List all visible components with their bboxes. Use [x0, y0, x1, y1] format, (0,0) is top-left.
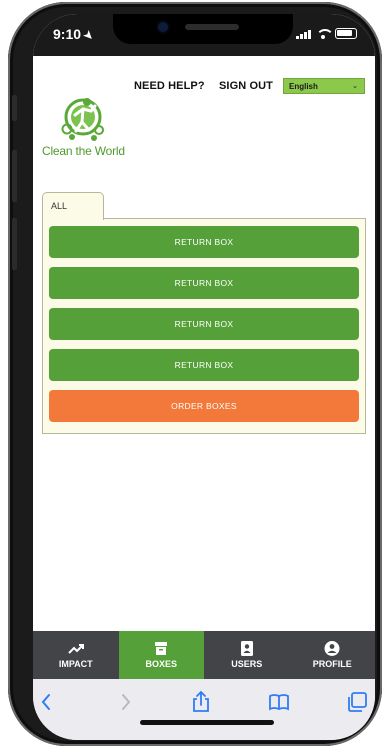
language-select[interactable]: English ⌄	[283, 78, 365, 94]
share-icon[interactable]	[189, 690, 213, 714]
chevron-right-icon[interactable]	[113, 690, 137, 714]
nav-impact[interactable]: IMPACT	[33, 631, 119, 679]
book-icon[interactable]	[267, 690, 291, 714]
chevron-left-icon[interactable]	[35, 690, 59, 714]
nav-profile-label: PROFILE	[312, 659, 352, 669]
return-box-button[interactable]: RETURN BOX	[49, 308, 359, 340]
box-actions-panel: RETURN BOX RETURN BOX RETURN BOX RETURN …	[42, 218, 366, 434]
nav-users[interactable]: USERS	[204, 631, 290, 679]
clean-the-world-logo[interactable]: Clean the World	[42, 96, 130, 162]
browser-toolbar	[33, 679, 375, 740]
cellular-signal-icon	[296, 29, 311, 39]
sign-out-link[interactable]: SIGN OUT	[219, 80, 273, 92]
contacts-icon	[240, 641, 253, 656]
earpiece-speaker	[185, 24, 239, 30]
box-icon	[155, 642, 168, 655]
clean-the-world-logo-icon	[61, 98, 104, 141]
return-box-button[interactable]: RETURN BOX	[49, 349, 359, 381]
nav-impact-label: IMPACT	[58, 659, 93, 669]
nav-boxes[interactable]: BOXES	[118, 631, 204, 679]
mute-switch	[12, 95, 17, 121]
status-time: 9:10	[53, 26, 82, 42]
nav-profile[interactable]: PROFILE	[290, 631, 376, 679]
notch	[113, 14, 293, 44]
return-box-button[interactable]: RETURN BOX	[49, 267, 359, 299]
tabs-icon[interactable]	[345, 690, 369, 714]
battery-icon	[335, 28, 357, 39]
nav-users-label: USERS	[231, 659, 263, 669]
tab-all-label: ALL	[51, 201, 68, 211]
wifi-icon	[316, 29, 334, 39]
need-help-link[interactable]: NEED HELP?	[134, 80, 205, 92]
front-camera	[158, 22, 168, 32]
logo-text: Clean the World	[42, 144, 125, 158]
location-arrow-icon: ➤	[80, 28, 96, 44]
bottom-nav: IMPACT BOXES USERS PROFILE	[33, 631, 375, 679]
user-circle-icon	[324, 641, 340, 656]
return-box-button[interactable]: RETURN BOX	[49, 226, 359, 258]
tab-all[interactable]: ALL	[42, 192, 104, 220]
language-selected-value: English	[289, 82, 318, 91]
phone-screen: 9:10➤ NEED HELP? SIGN OUT English ⌄ Clea…	[33, 14, 375, 740]
status-bar: 9:10➤	[33, 14, 375, 56]
volume-down-button	[12, 218, 17, 270]
chevron-down-icon: ⌄	[352, 83, 358, 90]
volume-up-button	[12, 150, 17, 202]
home-indicator[interactable]	[140, 720, 274, 725]
trend-up-icon	[68, 644, 84, 654]
nav-boxes-label: BOXES	[145, 659, 177, 669]
order-boxes-button[interactable]: ORDER BOXES	[49, 390, 359, 422]
status-icons	[296, 28, 357, 39]
